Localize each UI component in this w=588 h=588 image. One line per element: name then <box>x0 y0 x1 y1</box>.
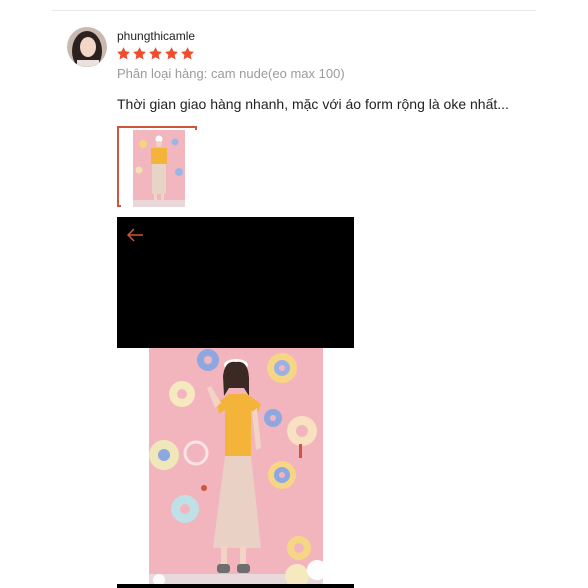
image-viewer[interactable] <box>117 217 354 348</box>
product-variation: Phân loại hàng: cam nude(eo max 100) <box>117 66 345 81</box>
review-divider <box>52 10 536 11</box>
star-icon <box>117 47 130 60</box>
user-avatar[interactable] <box>67 27 107 67</box>
reviewer-username[interactable]: phungthicamle <box>117 29 195 43</box>
review-comment: Thời gian giao hàng nhanh, mặc với áo fo… <box>117 96 509 112</box>
review-full-image <box>149 348 323 588</box>
star-icon <box>133 47 146 60</box>
star-icon <box>181 47 194 60</box>
avatar-image <box>67 27 107 67</box>
thumbnail-photo <box>121 130 197 207</box>
viewer-bottom-edge <box>117 584 354 588</box>
rating-stars <box>116 46 195 64</box>
review-image-thumbnail[interactable] <box>117 126 197 207</box>
star-icon <box>165 47 178 60</box>
full-photo <box>149 348 323 588</box>
arrow-left-icon[interactable] <box>125 227 145 243</box>
star-icon <box>149 47 162 60</box>
